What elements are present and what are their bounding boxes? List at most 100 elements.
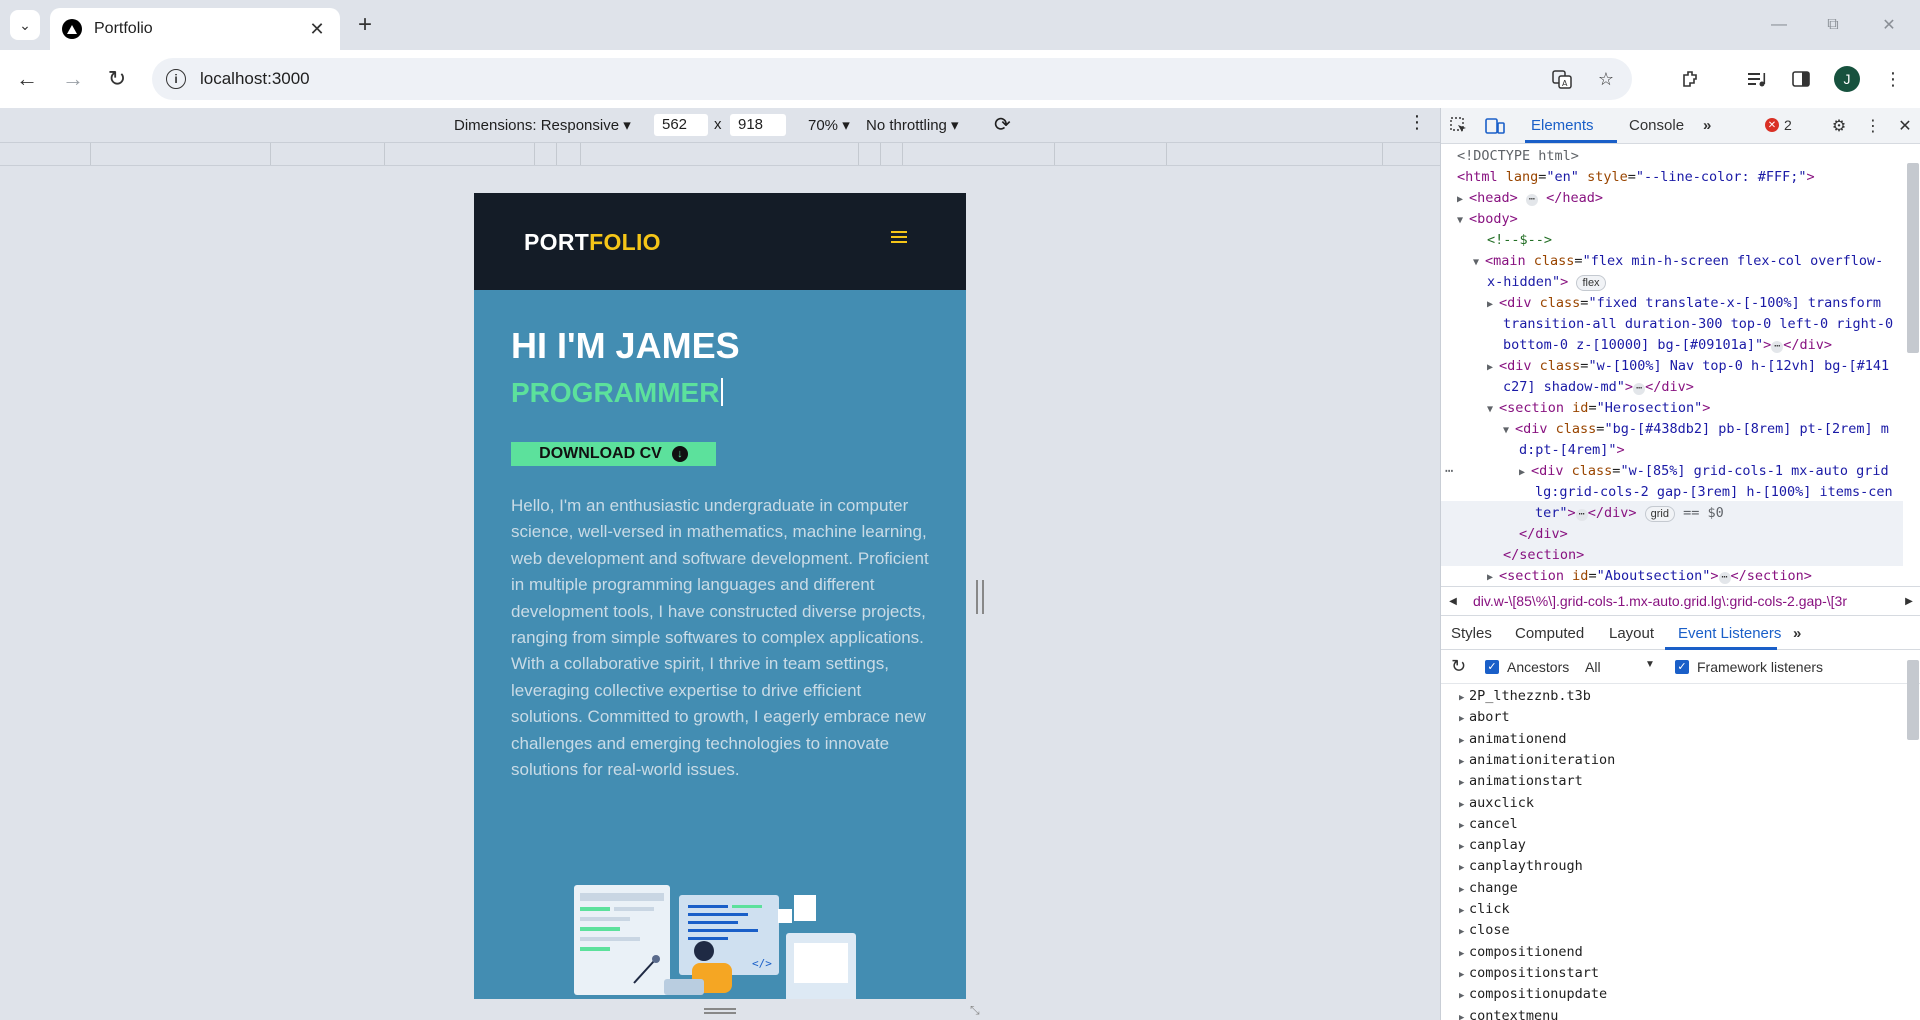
download-cv-button[interactable]: DOWNLOAD CV ↓: [511, 442, 716, 466]
tab-styles[interactable]: Styles: [1451, 625, 1492, 642]
close-window-icon[interactable]: ✕: [1876, 12, 1902, 38]
event-listener-item[interactable]: ▶ change: [1459, 880, 1518, 896]
restore-icon[interactable]: ⧉: [1820, 12, 1846, 38]
url-text[interactable]: localhost:3000: [200, 69, 1530, 89]
back-arrow-icon[interactable]: ←: [12, 64, 42, 94]
dom-html[interactable]: <html lang="en" style="--line-color: #FF…: [1457, 167, 1815, 188]
dom-div-close[interactable]: </div>: [1519, 524, 1568, 545]
extensions-icon[interactable]: [1678, 66, 1704, 92]
expand-triangle-icon[interactable]: ▶: [1459, 991, 1469, 1001]
more-options-icon[interactable]: ⋮: [1408, 112, 1426, 133]
event-listener-item[interactable]: ▶ compositionstart: [1459, 965, 1599, 981]
ancestors-checkbox[interactable]: ✓: [1485, 660, 1499, 674]
inspect-element-icon[interactable]: [1449, 116, 1469, 136]
gear-icon[interactable]: ⚙: [1829, 116, 1849, 136]
event-listener-item[interactable]: ▶ animationend: [1459, 731, 1567, 747]
flex-badge[interactable]: flex: [1576, 275, 1606, 291]
kebab-menu-icon[interactable]: ⋮: [1880, 66, 1906, 92]
dom-div-grid[interactable]: ▶ <div class="w-[85%] grid-cols-1 mx-auto…: [1519, 461, 1889, 483]
breadcrumb-left-icon[interactable]: ◀: [1441, 596, 1465, 607]
dom-section-close[interactable]: </section>: [1503, 545, 1584, 566]
side-panel-icon[interactable]: [1788, 66, 1814, 92]
dom-doctype[interactable]: <!DOCTYPE html>: [1457, 146, 1579, 167]
breadcrumb-path[interactable]: div.w-\[85\%\].grid-cols-1.mx-auto.grid.…: [1465, 593, 1897, 609]
breadcrumb-right-icon[interactable]: ▶: [1897, 596, 1920, 607]
more-subtabs-icon[interactable]: »: [1793, 625, 1801, 642]
expand-triangle-icon[interactable]: ▶: [1459, 863, 1469, 873]
tab-computed[interactable]: Computed: [1515, 625, 1584, 642]
dom-head[interactable]: ▶ <head> ⋯ </head>: [1457, 188, 1603, 210]
event-listener-item[interactable]: ▶ abort: [1459, 709, 1510, 725]
more-tabs-icon[interactable]: »: [1703, 117, 1711, 134]
refresh-icon[interactable]: ↻: [1451, 656, 1466, 677]
dimensions-select[interactable]: Dimensions: Responsive ▾: [454, 116, 631, 134]
dom-main[interactable]: ▼ <main class="flex min-h-screen flex-col…: [1473, 251, 1883, 273]
resize-handle-corner[interactable]: ⤡: [970, 1003, 980, 1018]
event-listener-item[interactable]: ▶ compositionupdate: [1459, 986, 1607, 1002]
dom-body[interactable]: ▼ <body>: [1457, 209, 1518, 231]
close-icon[interactable]: ✕: [306, 19, 328, 40]
expand-triangle-icon[interactable]: ▶: [1459, 885, 1469, 895]
dom-section-hero[interactable]: ▼ <section id="Herosection">: [1487, 398, 1710, 420]
dom-div-hero-bg[interactable]: ▼ <div class="bg-[#438db2] pb-[8rem] pt-[…: [1503, 419, 1889, 441]
star-icon[interactable]: ☆: [1594, 67, 1618, 91]
events-scrollbar[interactable]: [1907, 660, 1919, 740]
close-devtools-icon[interactable]: ✕: [1895, 116, 1915, 136]
resize-handle-bottom[interactable]: [704, 1008, 736, 1014]
event-listener-item[interactable]: ▶ contextmenu: [1459, 1008, 1558, 1020]
tab-layout[interactable]: Layout: [1609, 625, 1654, 642]
event-listener-item[interactable]: ▶ 2P_lthezznb.t3b: [1459, 688, 1591, 704]
event-listener-item[interactable]: ▶ animationstart: [1459, 773, 1583, 789]
devtools-menu-icon[interactable]: ⋮: [1863, 116, 1883, 136]
minimize-icon[interactable]: —: [1766, 12, 1792, 38]
site-logo[interactable]: PORTFOLIO: [524, 229, 661, 256]
filter-select[interactable]: All: [1585, 659, 1601, 675]
dropdown-arrow-icon[interactable]: ▼: [1645, 659, 1655, 670]
tab-event-listeners[interactable]: Event Listeners: [1678, 625, 1781, 642]
error-badge[interactable]: ✕ 2: [1765, 117, 1792, 133]
avatar[interactable]: J: [1834, 66, 1860, 92]
media-controls-icon[interactable]: [1744, 66, 1770, 92]
translate-icon[interactable]: A: [1550, 67, 1574, 91]
event-listener-item[interactable]: ▶ animationiteration: [1459, 752, 1615, 768]
expand-triangle-icon[interactable]: ▶: [1459, 778, 1469, 788]
height-input[interactable]: 918: [730, 114, 786, 136]
expand-triangle-icon[interactable]: ▶: [1459, 906, 1469, 916]
expand-triangle-icon[interactable]: ▶: [1459, 821, 1469, 831]
expand-triangle-icon[interactable]: ▶: [1459, 736, 1469, 746]
zoom-select[interactable]: 70% ▾: [808, 116, 850, 134]
expand-triangle-icon[interactable]: ▶: [1459, 970, 1469, 980]
reload-icon[interactable]: ↻: [102, 64, 132, 94]
dom-section-about[interactable]: ▶ <section id="Aboutsection"> ⋯ </section>: [1487, 566, 1812, 586]
resize-handle-right[interactable]: [976, 580, 984, 614]
new-tab-button[interactable]: +: [352, 12, 378, 38]
tab-console[interactable]: Console: [1629, 117, 1684, 134]
hamburger-menu-icon[interactable]: [891, 231, 907, 246]
event-listener-item[interactable]: ▶ compositionend: [1459, 944, 1583, 960]
event-listener-item[interactable]: ▶ canplaythrough: [1459, 858, 1583, 874]
event-listener-item[interactable]: ▶ click: [1459, 901, 1510, 917]
expand-triangle-icon[interactable]: ▶: [1459, 693, 1469, 703]
dom-comment[interactable]: <!--$-->: [1487, 230, 1552, 251]
grid-badge[interactable]: grid: [1644, 506, 1675, 522]
browser-tab[interactable]: Portfolio ✕: [50, 8, 340, 50]
dom-div-sidebar[interactable]: ▶ <div class="fixed translate-x-[-100%] t…: [1487, 293, 1881, 315]
throttling-select[interactable]: No throttling ▾: [866, 116, 959, 134]
expand-triangle-icon[interactable]: ▶: [1459, 842, 1469, 852]
expand-triangle-icon[interactable]: ▶: [1459, 714, 1469, 724]
dom-scrollbar[interactable]: [1907, 163, 1919, 353]
rotate-icon[interactable]: ⟳: [994, 112, 1011, 137]
address-bar[interactable]: i localhost:3000 A ☆: [152, 58, 1632, 100]
expand-triangle-icon[interactable]: ▶: [1459, 949, 1469, 959]
forward-arrow-icon[interactable]: →: [58, 64, 88, 94]
tab-search-button[interactable]: ⌄: [10, 10, 40, 40]
device-toolbar-icon[interactable]: [1485, 116, 1505, 136]
framework-checkbox[interactable]: ✓: [1675, 660, 1689, 674]
info-icon[interactable]: i: [166, 69, 186, 89]
expand-triangle-icon[interactable]: ▶: [1459, 927, 1469, 937]
event-listener-item[interactable]: ▶ canplay: [1459, 837, 1526, 853]
expand-triangle-icon[interactable]: ▶: [1459, 1013, 1469, 1020]
event-listener-item[interactable]: ▶ auxclick: [1459, 795, 1534, 811]
event-listener-item[interactable]: ▶ cancel: [1459, 816, 1518, 832]
expand-triangle-icon[interactable]: ▶: [1459, 800, 1469, 810]
